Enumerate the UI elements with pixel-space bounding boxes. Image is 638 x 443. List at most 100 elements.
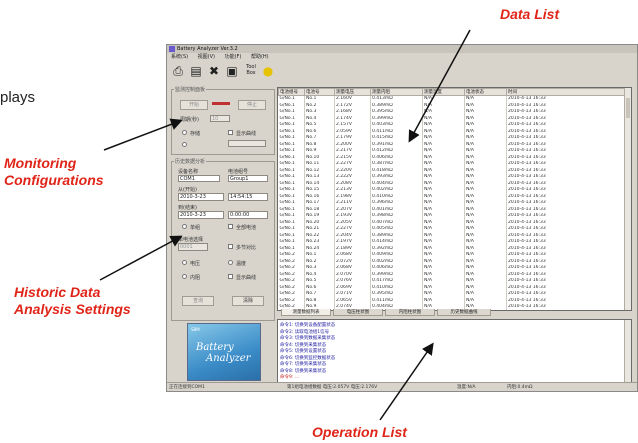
period-label: 周期(秒) <box>180 117 199 123</box>
operation-list-callout: Operation List <box>312 424 407 440</box>
history-title: 历史数据分析 <box>174 158 207 165</box>
from-date-field[interactable]: 2010-3-23 <box>178 193 224 201</box>
single-cell-select[interactable]: 0001 <box>178 243 208 251</box>
tool-label-icon[interactable]: Tool Box <box>245 64 257 76</box>
single-label: 单组 <box>190 225 201 231</box>
operation-list-scrollbar[interactable] <box>624 320 631 382</box>
tab-measure-list[interactable]: 测量数据列表 <box>281 309 331 316</box>
window-title: Battery Analyzer Ver.3.2 <box>177 46 238 52</box>
tab-resistance-bar[interactable]: 内阻柱状图 <box>385 309 435 316</box>
battery-label: 电池组号 <box>228 169 249 175</box>
monitor-title: 监测控制面板 <box>174 86 207 93</box>
data-list-callout: Data List <box>500 6 560 22</box>
temp-label: 温度 <box>236 261 247 267</box>
filter-icon[interactable]: ▣ <box>225 64 239 78</box>
column-header[interactable]: 时间 <box>506 88 625 96</box>
monitor-group: 监测控制面板 开始 停止 周期(秒) 10 存储 显示曲线 <box>171 86 275 155</box>
curve-label: 显示曲线 <box>236 275 257 281</box>
device-select[interactable]: COM1 <box>178 175 220 182</box>
scroll-thumb[interactable] <box>626 98 630 118</box>
title-bar: Battery Analyzer Ver.3.2 <box>167 45 637 53</box>
table-cell: No.1 <box>304 95 335 103</box>
menu-help[interactable]: 帮助(H) <box>251 54 269 60</box>
menu-system[interactable]: 系统(S) <box>171 54 188 60</box>
compare-checkbox[interactable] <box>228 244 233 249</box>
menu-bar: 系统(S) 视图(V) 功能(F) 帮助(H) <box>167 53 637 61</box>
save-label: 存储 <box>190 131 201 137</box>
monitor-radio-2[interactable] <box>182 142 187 147</box>
menu-function[interactable]: 功能(F) <box>225 54 242 60</box>
table-body: G/No.1 No.1 2.160V 0.413mΩ N/A N/A 2010-4-13 1… <box>278 95 625 310</box>
app-window: Battery Analyzer Ver.3.2 系统(S) 视图(V) 功能(… <box>166 44 638 392</box>
table-header-row: 电池组号 电池号 测量电压 测量内阻 测量温度 电池状态 时间 <box>278 88 625 96</box>
temp-radio[interactable] <box>228 260 233 265</box>
app-icon <box>169 46 175 52</box>
voltage-label: 电压 <box>190 261 201 267</box>
save-radio[interactable] <box>182 130 187 135</box>
column-header[interactable]: 测量温度 <box>422 88 465 96</box>
op-row: 命令3: 切换到数据采集状态 <box>280 336 336 341</box>
menu-view[interactable]: 视图(V) <box>198 54 215 60</box>
period-field[interactable]: 10 <box>210 115 230 122</box>
column-header[interactable]: 测量内阻 <box>370 88 423 96</box>
monitoring-callout-line1: Monitoring <box>4 155 77 171</box>
from-label: 从(开始) <box>178 187 197 193</box>
single-cell-label: 单电池选择 <box>178 237 204 243</box>
curve-checkbox[interactable] <box>228 274 233 279</box>
data-list-table: 电池组号 电池号 测量电压 测量内阻 测量温度 电池状态 时间 G/No.1 No.1 2.16… <box>277 87 632 311</box>
table-cell: 0.413mΩ <box>370 95 423 103</box>
table-cell: 2.160V <box>334 95 371 103</box>
tab-voltage-bar[interactable]: 电压柱状图 <box>333 309 383 316</box>
compare-label: 多节对比 <box>236 245 257 251</box>
historic-callout-line2: Analysis Settings <box>14 301 131 317</box>
status-bar: 正在连接到COM1 第1组电池组数据 电压:2.057V 电压:2.176V 温… <box>167 382 637 391</box>
from-time-field[interactable]: 14:54:15 <box>228 193 268 201</box>
data-table: 电池组号 电池号 测量电压 测量内阻 测量温度 电池状态 时间 G/No.1 No.1 2.16… <box>278 88 625 310</box>
plays-text-fragment: plays <box>0 89 36 106</box>
all-batteries-label: 全部电池 <box>236 225 257 231</box>
status-indicator <box>212 102 230 105</box>
device-label: 设备名称 <box>178 169 199 175</box>
to-date-field[interactable]: 2010-3-23 <box>178 211 224 219</box>
table-cell: G/No.1 <box>278 95 305 103</box>
status-right2: 内阻:0.4mΩ <box>507 385 533 390</box>
clear-button[interactable]: 清除 <box>232 296 264 306</box>
data-list-scrollbar[interactable] <box>624 88 631 310</box>
single-radio[interactable] <box>182 224 187 229</box>
status-mid: 第1组电池组数据 电压:2.057V 电压:2.176V <box>287 385 378 390</box>
column-header[interactable]: 电池组号 <box>278 88 305 96</box>
column-header[interactable]: 测量电压 <box>334 88 371 96</box>
op-row: 命令1: 切换到设备配置状态 <box>280 323 336 328</box>
tools-icon[interactable]: ✖ <box>207 64 221 78</box>
column-header[interactable]: 电池状态 <box>464 88 507 96</box>
internal-label: 内阻 <box>190 275 201 281</box>
table-row[interactable]: G/No.1 No.1 2.160V 0.413mΩ N/A N/A 2010-4-13 1… <box>278 95 625 103</box>
start-button[interactable]: 开始 <box>180 100 208 110</box>
tab-strip: 测量数据列表 电压柱状图 内阻柱状图 历史数据曲线 <box>277 309 630 317</box>
battery-select[interactable]: Group1 <box>228 175 268 182</box>
left-panel: 监测控制面板 开始 停止 周期(秒) 10 存储 显示曲线 历史数据分析 设备名… <box>171 85 283 323</box>
bulb-icon[interactable]: ● <box>261 64 275 78</box>
operation-list: 命令1: 切换到设备配置状态 命令2: 读取电池组1信号 命令3: 切换到数据采… <box>277 319 632 383</box>
page-icon[interactable]: ▤ <box>189 64 203 78</box>
table-cell: N/A <box>422 95 465 103</box>
status-left: 正在连接到COM1 <box>169 385 205 390</box>
display-curve-checkbox[interactable] <box>228 130 233 135</box>
table-cell: 2010-4-13 16:33 <box>506 95 625 103</box>
stop-button[interactable]: 停止 <box>238 100 266 110</box>
op-row: 命令5: 切换到设置状态 <box>280 349 327 354</box>
query-button[interactable]: 查询 <box>182 296 214 306</box>
logo-small-text: SBM <box>191 327 200 332</box>
to-time-field[interactable]: 0:00:00 <box>228 211 268 219</box>
voltage-radio[interactable] <box>182 260 187 265</box>
to-label: 到(结束) <box>178 205 197 211</box>
column-header[interactable]: 电池号 <box>304 88 335 96</box>
tab-history-curve[interactable]: 历史数据曲线 <box>437 309 491 316</box>
op-row: 命令4: 切换到采集状态 <box>280 342 327 348</box>
monitor-select[interactable] <box>228 140 266 147</box>
all-batteries-checkbox[interactable] <box>228 224 233 229</box>
internal-radio[interactable] <box>182 274 187 279</box>
printer-icon[interactable]: ⎙ <box>171 64 185 78</box>
logo-line1: Battery <box>196 342 234 353</box>
op-row: 命令8: 切换到采集状态 <box>280 368 327 374</box>
